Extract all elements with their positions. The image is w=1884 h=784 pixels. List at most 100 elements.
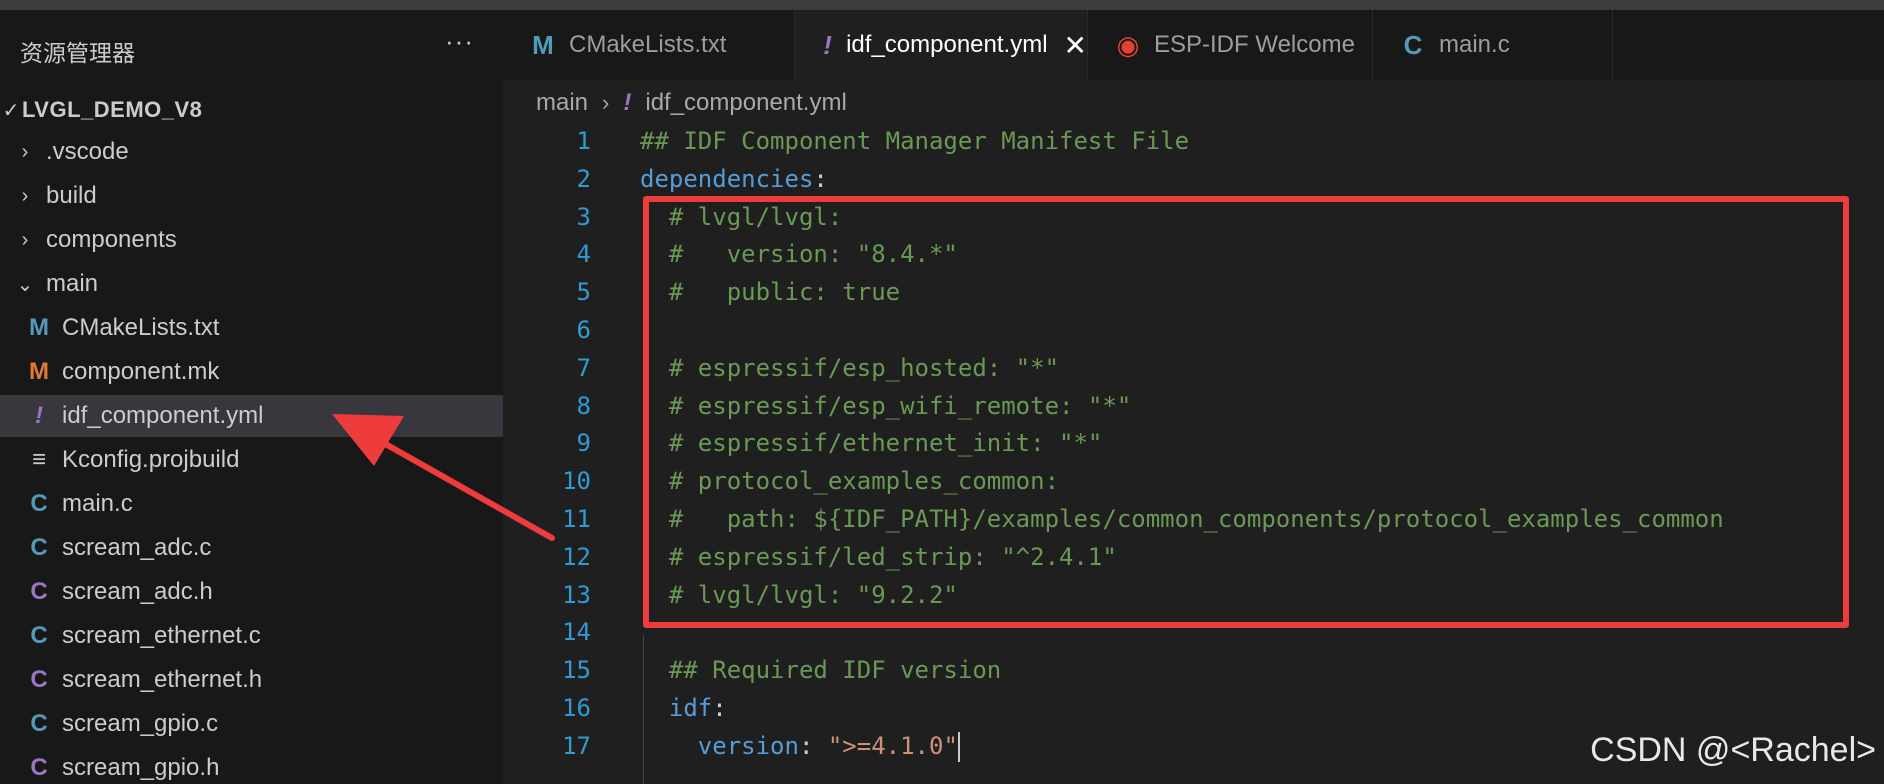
file-type-icon: ≡ xyxy=(31,446,46,473)
tree-item-label: scream_gpio.h xyxy=(62,754,220,781)
code-text: dependencies: xyxy=(640,160,828,198)
code-text: idf: xyxy=(640,689,727,727)
tree-item-label: main.c xyxy=(62,490,133,517)
file-type-icon: ! xyxy=(35,402,43,429)
code-token: dependencies xyxy=(640,164,814,193)
tree-item[interactable]: › components xyxy=(0,219,503,261)
breadcrumb-folder[interactable]: main xyxy=(536,89,588,117)
tab-file-icon: ◉ xyxy=(1116,29,1140,60)
tab-label: ESP-IDF Welcome xyxy=(1154,31,1355,58)
code-token: ## Required IDF version xyxy=(640,656,1002,685)
line-number: 6 xyxy=(576,316,591,344)
code-token: : xyxy=(798,731,828,760)
tree-item-label: build xyxy=(46,182,97,209)
code-line: 2 dependencies: xyxy=(503,160,1884,198)
file-type-icon: M xyxy=(29,314,49,341)
tree-item[interactable]: Cscream_ethernet.c xyxy=(0,615,503,657)
chevron-right-icon: › xyxy=(602,90,610,115)
tree-item-label: scream_ethernet.h xyxy=(62,666,263,693)
tree-item[interactable]: › build xyxy=(0,175,503,217)
tree-item[interactable]: Cscream_adc.h xyxy=(0,571,503,613)
tab-label: main.c xyxy=(1439,31,1510,58)
tab-label: idf_component.yml xyxy=(846,31,1048,58)
file-type-icon: C xyxy=(30,534,48,561)
tree-item[interactable]: Mcomponent.mk xyxy=(0,351,503,393)
tab-file-icon: ! xyxy=(823,29,832,60)
chevron-down-icon: ⌄ xyxy=(16,273,34,296)
tree-item-label: components xyxy=(46,226,177,253)
close-icon[interactable]: ✕ xyxy=(1064,29,1087,62)
window-top-strip xyxy=(0,0,1884,10)
tree-item[interactable]: ⌄ main xyxy=(0,263,503,305)
line-number: 7 xyxy=(576,353,591,382)
chevron-right-icon: › xyxy=(21,140,29,163)
file-type-icon: C xyxy=(30,578,48,605)
explorer-sidebar: 资源管理器 ··· ✓ LVGL_DEMO_V8 › .vscode › build ›… xyxy=(0,10,503,784)
code-text: ## IDF Component Manager Manifest File xyxy=(640,122,1189,160)
watermark: CSDN @<Rachel> xyxy=(1590,731,1876,769)
file-type-icon: M xyxy=(29,358,49,385)
tree-item-label: CMakeLists.txt xyxy=(62,314,220,341)
tree-item[interactable]: M CMakeLists.txt xyxy=(0,307,503,349)
explorer-title: 资源管理器 xyxy=(20,41,135,67)
file-type-icon: C xyxy=(30,622,48,649)
tree-item[interactable]: › .vscode xyxy=(0,131,503,173)
editor-tab[interactable]: Cmain.c xyxy=(1373,10,1613,80)
line-number: 2 xyxy=(576,164,591,193)
tree-item[interactable]: Cscream_gpio.h xyxy=(0,747,503,784)
editor-tab[interactable]: ◉ ESP-IDF Welcome xyxy=(1088,10,1373,80)
tree-item-label: .vscode xyxy=(46,138,129,165)
text-cursor xyxy=(957,731,960,762)
line-number: 5 xyxy=(576,278,591,307)
tab-file-icon: C xyxy=(1403,29,1423,60)
yaml-file-icon: ! xyxy=(623,89,632,116)
code-token: : xyxy=(712,694,727,722)
tree-item-label: idf_component.yml xyxy=(62,402,264,429)
breadcrumb-file[interactable]: idf_component.yml xyxy=(645,89,846,117)
line-number: 15 xyxy=(562,656,591,685)
line-number: 17 xyxy=(562,731,591,760)
tree-item-label: component.mk xyxy=(62,358,220,385)
code-text: ## Required IDF version xyxy=(640,651,1001,689)
tree-item[interactable]: Cscream_gpio.c xyxy=(0,703,503,745)
annotation-arrow xyxy=(332,414,555,541)
code-token: ## IDF Component Manager Manifest File xyxy=(640,127,1190,155)
file-type-icon: C xyxy=(30,490,48,517)
tree-item-label: scream_gpio.c xyxy=(62,710,219,737)
tab-label: CMakeLists.txt xyxy=(569,31,727,58)
root-folder-label: LVGL_DEMO_V8 xyxy=(22,97,203,122)
line-number: 16 xyxy=(562,694,591,722)
line-number: 13 xyxy=(562,580,591,609)
more-actions-icon[interactable]: ··· xyxy=(445,26,474,57)
breadcrumb: main › ! idf_component.yml xyxy=(536,86,847,120)
code-text: version: ">=4.1.0" xyxy=(640,727,960,765)
annotation-highlight-box xyxy=(643,196,1849,628)
editor-tab[interactable]: M CMakeLists.txt xyxy=(503,10,795,80)
code-line: 16 idf: xyxy=(503,689,1884,727)
code-line: 15 ## Required IDF version xyxy=(503,651,1884,689)
file-type-icon: C xyxy=(30,710,48,737)
tab-file-icon: M xyxy=(532,29,554,60)
line-number: 4 xyxy=(576,240,591,269)
tree-item-label: scream_adc.c xyxy=(62,534,212,561)
tree-item-label: Kconfig.projbuild xyxy=(62,446,240,473)
tab-bar: M CMakeLists.txt! idf_component.yml ✕ ◉ ESP-I… xyxy=(503,10,1884,80)
chevron-right-icon: › xyxy=(21,184,29,207)
tree-item[interactable]: Cscream_ethernet.h xyxy=(0,659,503,701)
file-type-icon: C xyxy=(30,754,48,781)
chevron-down-icon: ✓ xyxy=(2,99,20,122)
indent-guide xyxy=(643,635,644,784)
code-token: idf xyxy=(640,694,713,722)
line-number: 14 xyxy=(562,618,591,647)
code-token: ">=4.1.0" xyxy=(827,731,958,760)
tree-item-label: main xyxy=(46,270,99,297)
editor-tab[interactable]: ! idf_component.yml ✕ xyxy=(795,10,1088,80)
chevron-right-icon: › xyxy=(21,228,29,251)
code-line: 1 ## IDF Component Manager Manifest File xyxy=(503,122,1884,160)
line-number: 1 xyxy=(576,127,591,155)
tree-root[interactable]: ✓ LVGL_DEMO_V8 xyxy=(0,89,503,131)
line-number: 3 xyxy=(576,202,591,231)
code-token: : xyxy=(813,164,828,193)
tree-item-label: scream_adc.h xyxy=(62,578,213,605)
tree-item-label: scream_ethernet.c xyxy=(62,622,261,649)
